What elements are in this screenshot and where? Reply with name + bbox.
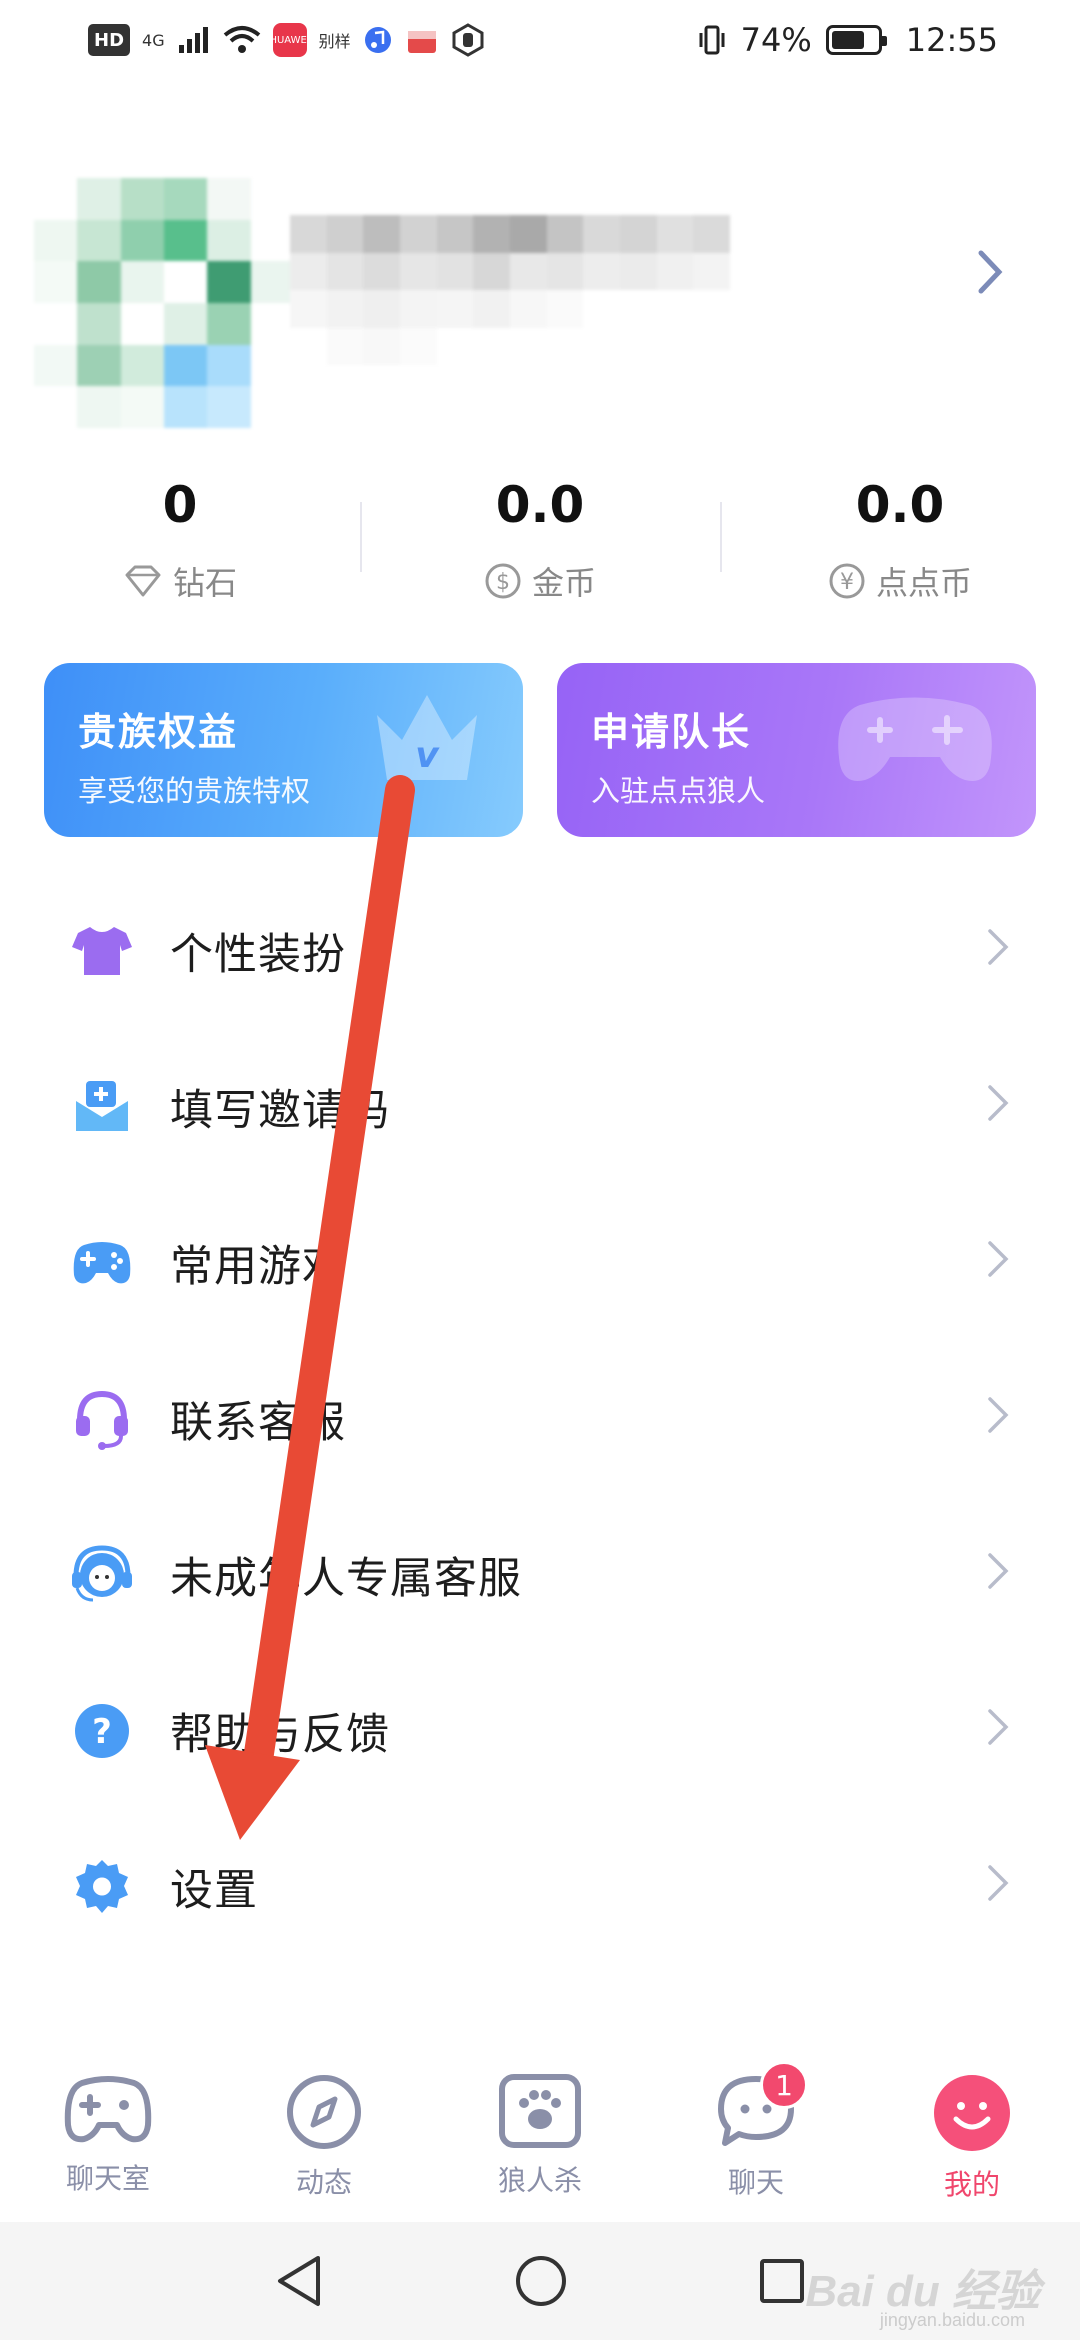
bottom-tab-bar: 聊天室 动态 狼人杀 1 聊天 我的 (0, 2055, 1080, 2215)
chevron-right-icon (988, 1865, 1009, 1901)
huawei-app-icon: HUAWEI (269, 23, 310, 57)
chevron-right-icon (988, 1397, 1009, 1433)
tab-label-moments: 动态 (295, 2166, 352, 2199)
watermark-url: jingyan.baidu.com (879, 2310, 1025, 2330)
svg-text:?: ? (92, 1712, 112, 1752)
battery-fill (831, 31, 865, 49)
invite-mail-icon (70, 1075, 134, 1139)
tab-chatroom[interactable]: 聊天室 (0, 2055, 216, 2215)
help-icon: ? (70, 1699, 134, 1763)
chevron-right-icon[interactable] (970, 242, 1010, 302)
apply-captain-card[interactable]: 申请队长 入驻点点狼人 (557, 663, 1036, 837)
gift-app-icon (407, 31, 436, 53)
status-bar: HD 4G HUAWEI 别样 74% 12:55 (0, 0, 1080, 80)
chevron-right-icon (988, 929, 1009, 965)
tab-moments[interactable]: 动态 (216, 2055, 432, 2215)
tab-label-chatroom: 聊天室 (65, 2162, 150, 2195)
menu-label-contact-support: 联系客服 (170, 1398, 346, 1448)
home-icon[interactable] (514, 2254, 568, 2308)
clock: 12:55 (905, 21, 998, 59)
menu-item-dress-up[interactable]: 个性装扮 (0, 873, 1080, 1029)
battery-icon (825, 25, 887, 55)
unread-badge: 1 (760, 2061, 808, 2109)
chevron-right-icon (988, 1553, 1009, 1589)
gold-coin-count: 0.0 (495, 476, 585, 534)
menu-item-help-feedback[interactable]: ? 帮助与反馈 (0, 1653, 1080, 1809)
avatar[interactable] (34, 178, 294, 428)
diamond-label: 钻石 (172, 564, 237, 602)
tshirt-icon (70, 919, 134, 983)
tab-werewolf[interactable]: 狼人杀 (432, 2055, 648, 2215)
status-bar-right: 74% 12:55 (697, 21, 998, 59)
menu-label-common-games: 常用游戏 (170, 1242, 346, 1292)
profile-name-blurred (290, 215, 730, 365)
dollar-coin-icon: $ (485, 563, 521, 599)
hd-indicator: HD (88, 24, 131, 56)
stat-diamond[interactable]: 0 钻石 (0, 470, 360, 620)
dd-coin-label: 点点币 (875, 564, 972, 602)
svg-text:v: v (415, 735, 440, 776)
recents-icon[interactable] (758, 2257, 806, 2305)
smiley-icon (934, 2075, 1010, 2151)
settings-menu: 个性装扮 填写邀请码 常用游戏 联系客服 未成年人专属客服 ? 帮助与反馈 设置 (0, 873, 1080, 1965)
status-bar-left: HD 4G HUAWEI 别样 (88, 23, 485, 57)
menu-label-dress-up: 个性装扮 (170, 930, 346, 980)
gamepad-deco-icon (838, 697, 992, 781)
network-type: 4G (142, 30, 165, 50)
huawei-app-label: HUAWEI (269, 34, 310, 46)
tab-mine[interactable]: 我的 (864, 2055, 1080, 2215)
music-app-icon (364, 27, 391, 53)
menu-item-common-games[interactable]: 常用游戏 (0, 1185, 1080, 1341)
menu-item-settings[interactable]: 设置 (0, 1809, 1080, 1965)
tab-label-mine: 我的 (943, 2168, 1000, 2201)
wallet-stats: 0 钻石 0.0 $ 金币 0.0 ¥ 点点币 (0, 470, 1080, 620)
support-agent-icon (70, 1543, 134, 1607)
diamond-count: 0 (162, 476, 198, 534)
compass-icon (287, 2075, 361, 2149)
noble-privileges-card[interactable]: 贵族权益 享受您的贵族特权 v (44, 663, 523, 837)
tab-label-chat: 聊天 (727, 2166, 784, 2199)
tab-chat[interactable]: 1 聊天 (648, 2055, 864, 2215)
diamond-icon (125, 565, 161, 597)
headset-icon (70, 1387, 134, 1451)
menu-label-settings: 设置 (170, 1866, 258, 1916)
gold-coin-label: 金币 (531, 564, 596, 602)
dd-coin-count: 0.0 (855, 476, 945, 534)
profile-header[interactable] (0, 150, 1080, 450)
vibrate-icon (699, 25, 725, 55)
gear-icon (70, 1855, 134, 1919)
stat-dd-coin[interactable]: 0.0 ¥ 点点币 (720, 470, 1080, 620)
crown-icon: v (377, 695, 477, 780)
chevron-right-icon (988, 1085, 1009, 1121)
menu-item-minor-support[interactable]: 未成年人专属客服 (0, 1497, 1080, 1653)
back-icon[interactable] (274, 2254, 324, 2308)
gamepad-icon (64, 2076, 152, 2143)
battery-percent: 74% (740, 21, 812, 59)
yen-coin-icon: ¥ (829, 563, 865, 599)
stat-gold-coin[interactable]: 0.0 $ 金币 (360, 470, 720, 620)
signal-icon (178, 27, 208, 53)
hand-app-icon (452, 23, 484, 57)
chevron-right-icon (988, 1709, 1009, 1745)
svg-text:$: $ (496, 570, 510, 595)
app-notification-label: 别样 (318, 32, 351, 51)
menu-label-minor-support: 未成年人专属客服 (170, 1554, 522, 1604)
menu-item-invite-code[interactable]: 填写邀请码 (0, 1029, 1080, 1185)
promo-cards: 贵族权益 享受您的贵族特权 v 申请队长 入驻点点狼人 (44, 663, 1036, 837)
chevron-right-icon (988, 1241, 1009, 1277)
gamepad-icon (70, 1231, 134, 1295)
tab-label-werewolf: 狼人杀 (497, 2164, 582, 2197)
menu-label-invite-code: 填写邀请码 (170, 1086, 390, 1136)
menu-item-contact-support[interactable]: 联系客服 (0, 1341, 1080, 1497)
wifi-icon (223, 26, 260, 53)
paw-icon (499, 2074, 581, 2148)
svg-text:¥: ¥ (840, 570, 854, 595)
menu-label-help-feedback: 帮助与反馈 (170, 1710, 390, 1760)
